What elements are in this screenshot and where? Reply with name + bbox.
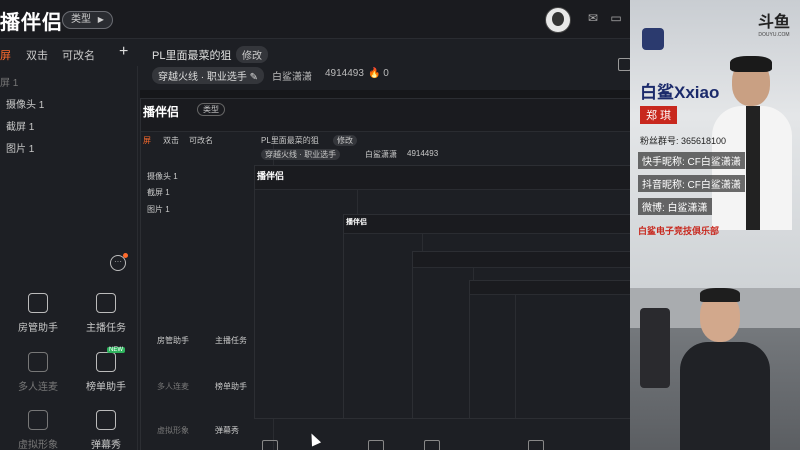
image-icon[interactable] — [368, 440, 384, 450]
nested-logo: 播伴侣 — [143, 104, 180, 119]
tool-admin-helper[interactable]: 房管助手 — [6, 293, 70, 334]
edit-title-button[interactable]: 修改 — [236, 46, 268, 63]
window-icon[interactable] — [424, 440, 440, 450]
nested-tab: 屏 — [143, 136, 151, 145]
nested-app-level3: 播伴侣 — [343, 214, 630, 418]
task-check-icon — [96, 293, 116, 313]
nested-tool: 多人连麦 — [157, 382, 189, 391]
nested-tool: 弹幕秀 — [215, 426, 239, 435]
flame-icon: 🔥 — [368, 68, 381, 79]
nested-source: 截屏 1 — [147, 188, 170, 197]
nested-source: 摄像头 1 — [147, 172, 178, 181]
nested-logo-3: 播伴侣 — [346, 218, 367, 227]
nested-room-id: 4914493 — [407, 149, 439, 158]
nested-source: 图片 1 — [147, 205, 170, 214]
multi-mic-icon — [28, 352, 48, 372]
nested-app-level2: 播伴侣 播伴侣 — [254, 165, 630, 419]
tool-virtual-avatar[interactable]: 虚拟形象 — [6, 410, 70, 450]
douyin-handle: 抖音昵称: CF白鲨潇潇 — [638, 175, 745, 192]
weibo-handle: 微博: 白鲨潇潇 — [638, 198, 712, 215]
nested-tool: 主播任务 — [215, 336, 247, 345]
team-shark-logo — [642, 28, 664, 50]
room-id: 4914493 — [325, 68, 364, 79]
nested-streamer: 白鲨潇潇 — [365, 150, 397, 159]
tool-label: 主播任务 — [86, 323, 126, 334]
add-scene-icon[interactable]: + — [119, 43, 128, 61]
nested-app-level4 — [412, 251, 630, 418]
tool-label: 虚拟形象 — [18, 440, 58, 450]
category-label: 穿越火线 · 职业选手 — [158, 72, 247, 83]
profile-card: 斗鱼 DOUYU.COM 白鲨Xxiao 郑 琪 粉丝群号: 365618100… — [630, 0, 800, 288]
nested-tab: 双击 — [163, 136, 179, 145]
source-item[interactable]: 屏 1 — [0, 74, 18, 89]
tool-streamer-task[interactable]: 主播任务 — [74, 293, 138, 334]
screen-capture-icon[interactable] — [262, 440, 278, 450]
heat-counter: 🔥 0 — [368, 68, 389, 79]
avatar-download-icon — [28, 410, 48, 430]
nested-tool: 虚拟形象 — [157, 426, 189, 435]
tool-label: 多人连麦 — [18, 382, 58, 393]
nested-room-title: PL里面最菜的狙 — [261, 136, 319, 145]
nested-app-level5 — [469, 280, 630, 418]
nested-tool: 房管助手 — [157, 336, 189, 345]
club-name: 白鲨电子竞技俱乐部 — [638, 226, 720, 236]
stream-preview: 播伴侣 类型 屏 双击 可改名 摄像头 1 截屏 1 图片 1 房管助手 主播任… — [140, 90, 630, 450]
nested-category: 穿越火线 · 职业选手 — [261, 149, 341, 160]
nested-tool: 榜单助手 — [215, 382, 247, 391]
chat-bubble-icon[interactable]: ··· — [110, 253, 128, 271]
app-logo: 播伴侣 — [0, 10, 63, 34]
play-triangle-icon: ▶ — [97, 15, 104, 24]
streamer-name: 白鲨潇潇 — [272, 72, 312, 83]
source-item-camera[interactable]: 摄像头 1 — [6, 96, 44, 111]
admin-helper-icon — [28, 293, 48, 313]
nested-edit: 修改 — [333, 135, 357, 146]
fan-group-number: 粉丝群号: 365618100 — [640, 136, 727, 146]
tool-ranking-helper[interactable]: NEW 榜单助手 — [74, 347, 138, 393]
tab-screen[interactable]: 屏 — [0, 47, 11, 63]
user-avatar[interactable] — [545, 7, 571, 33]
scene-tabs: 屏 双击 可改名 + — [0, 40, 137, 67]
tool-multi-mic[interactable]: 多人连麦 — [6, 352, 70, 393]
tool-danmaku-show[interactable]: 弹幕秀 — [74, 410, 138, 450]
mail-icon[interactable]: ✉ — [586, 11, 600, 25]
type-selector-label: 类型 — [71, 14, 91, 25]
streamer-camera-overlay: 斗鱼 DOUYU.COM 白鲨Xxiao 郑 琪 粉丝群号: 365618100… — [630, 0, 800, 450]
platform-domain: DOUYU.COM — [758, 32, 790, 38]
streaming-companion-app: 播伴侣 类型 ▶ ✉ ▭ 屏 双击 可改名 + 屏 1 摄像头 1 截屏 1 图… — [0, 0, 630, 450]
tool-label: 弹幕秀 — [91, 440, 121, 450]
bottom-toolbar — [250, 438, 620, 450]
webcam-feed — [630, 288, 800, 450]
platform-name: 斗鱼 — [757, 14, 790, 31]
ranking-star-icon: NEW — [96, 347, 125, 372]
room-header: PL里面最菜的狙 修改 穿越火线 · 职业选手 ✎ 白鲨潇潇 4914493 🔥… — [140, 40, 630, 88]
screen-icon[interactable]: ▭ — [609, 11, 623, 25]
douyu-logo: 斗鱼 DOUYU.COM — [758, 8, 790, 38]
streamer-real-name: 郑 琪 — [640, 106, 678, 124]
type-selector-button[interactable]: 类型 ▶ — [62, 11, 113, 29]
tab-renamable[interactable]: 可改名 — [62, 47, 95, 63]
kuaishou-handle: 快手昵称: CF白鲨潇潇 — [638, 152, 745, 169]
top-bar: 播伴侣 类型 ▶ ✉ ▭ — [0, 0, 630, 39]
category-selector[interactable]: 穿越火线 · 职业选手 ✎ — [152, 67, 265, 84]
volume-icon[interactable] — [528, 440, 544, 450]
nested-logo-2: 播伴侣 — [257, 171, 285, 182]
tool-label: 房管助手 — [18, 323, 58, 334]
nested-tab: 可改名 — [189, 136, 213, 145]
nested-app-level1: 播伴侣 类型 屏 双击 可改名 摄像头 1 截屏 1 图片 1 房管助手 主播任… — [140, 98, 630, 450]
gift-icon[interactable] — [618, 58, 630, 71]
heat-value: 0 — [383, 68, 389, 79]
new-badge: NEW — [107, 347, 125, 353]
pencil-icon: ✎ — [249, 72, 259, 83]
nested-type-pill: 类型 — [197, 103, 225, 116]
streamer-nickname: 白鲨Xxiao — [640, 83, 720, 102]
source-item-screenshot[interactable]: 截屏 1 — [6, 118, 34, 133]
danmaku-tv-icon — [96, 410, 116, 430]
tab-double-click[interactable]: 双击 — [26, 47, 48, 63]
source-item-image[interactable]: 图片 1 — [6, 140, 34, 155]
room-title: PL里面最菜的狙 — [152, 50, 232, 62]
tool-label: 榜单助手 — [86, 382, 126, 393]
